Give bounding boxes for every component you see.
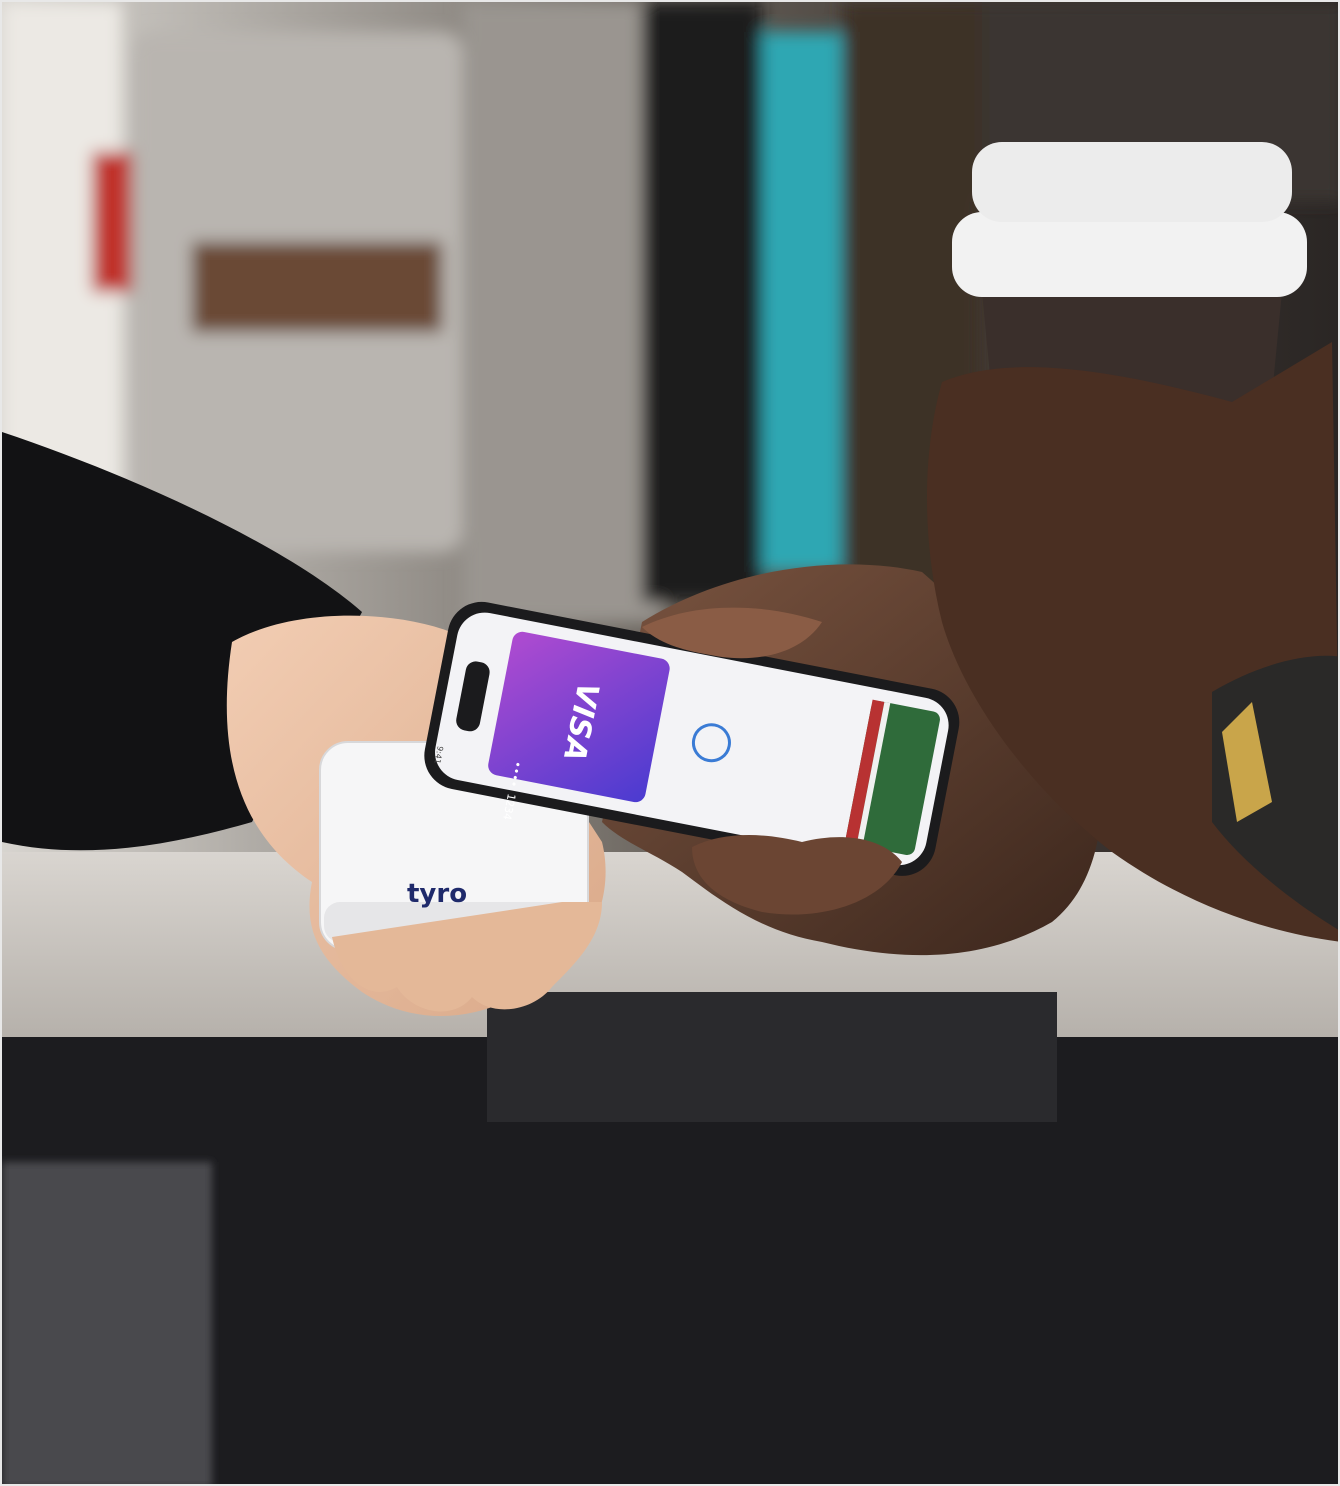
- counter-shelf: [487, 992, 1057, 1122]
- reader-logo: tyro: [407, 879, 467, 909]
- payment-photo: tyro VISA •••• 1234 9:41: [2, 2, 1338, 1484]
- photo-frame: tyro VISA •••• 1234 9:41: [0, 0, 1340, 1486]
- towel: [2, 1162, 212, 1484]
